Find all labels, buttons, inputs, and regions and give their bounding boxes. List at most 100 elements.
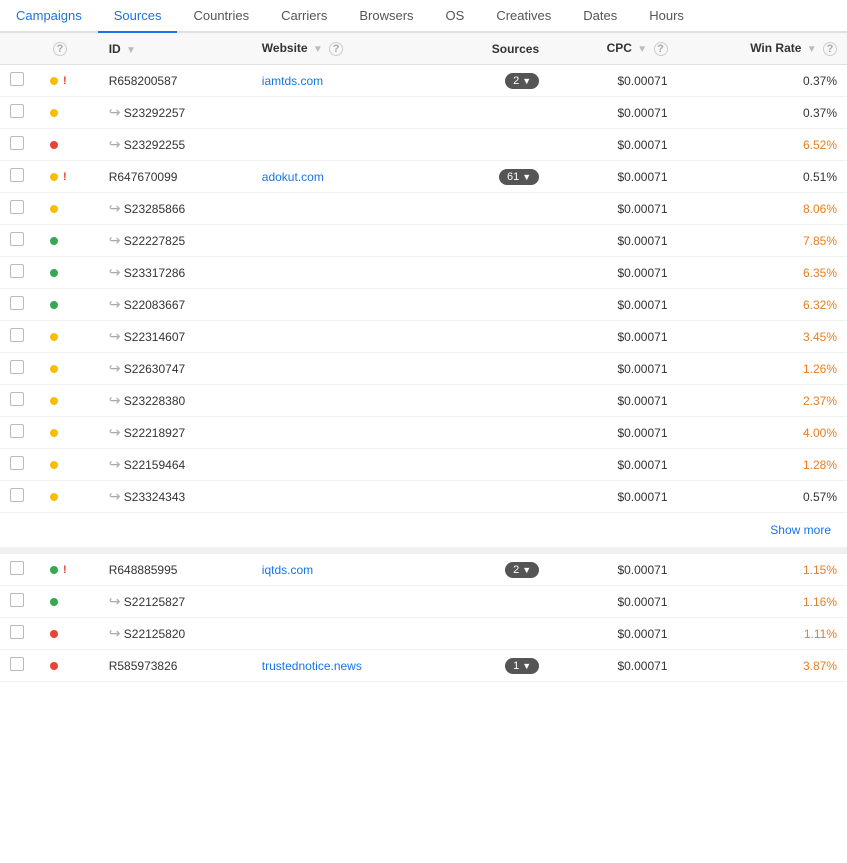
row-checkbox[interactable]: [10, 657, 24, 671]
row-checkbox-cell: [0, 650, 40, 682]
status-dot: [50, 493, 58, 501]
sub-row-icon: ↪: [109, 625, 121, 641]
website-cell: [252, 586, 442, 618]
status-cell: [40, 129, 99, 161]
warn-icon: !: [63, 75, 67, 87]
sub-row-icon: ↪: [109, 488, 121, 504]
sources-count: 2: [513, 564, 519, 576]
status-dot: [50, 429, 58, 437]
row-checkbox[interactable]: [10, 488, 24, 502]
winrate-help-icon[interactable]: ?: [823, 42, 837, 56]
win-rate-cell: 6.52%: [678, 129, 847, 161]
table-row: ↪ S22314607$0.000713.45%: [0, 321, 847, 353]
website-link[interactable]: iamtds.com: [262, 74, 323, 88]
tab-hours[interactable]: Hours: [633, 0, 700, 33]
row-checkbox[interactable]: [10, 328, 24, 342]
status-cell: [40, 618, 99, 650]
sources-badge[interactable]: 61▼: [499, 169, 539, 185]
row-id: S23324343: [124, 490, 185, 504]
tab-carriers[interactable]: Carriers: [265, 0, 343, 33]
status-cell: [40, 97, 99, 129]
row-checkbox[interactable]: [10, 593, 24, 607]
row-checkbox[interactable]: [10, 561, 24, 575]
tab-dates[interactable]: Dates: [567, 0, 633, 33]
cpc-col-header[interactable]: CPC ▼ ?: [549, 33, 677, 65]
sources-badge[interactable]: 2▼: [505, 73, 539, 89]
tab-browsers[interactable]: Browsers: [343, 0, 429, 33]
table-row: ↪ S22630747$0.000711.26%: [0, 353, 847, 385]
row-checkbox[interactable]: [10, 296, 24, 310]
tabs-container: CampaignsSourcesCountriesCarriersBrowser…: [0, 0, 847, 33]
website-link[interactable]: iqtds.com: [262, 563, 313, 577]
table-row: ↪ S22227825$0.000717.85%: [0, 225, 847, 257]
website-link[interactable]: trustednotice.news: [262, 659, 362, 673]
row-checkbox[interactable]: [10, 136, 24, 150]
tab-countries[interactable]: Countries: [177, 0, 265, 33]
website-cell: [252, 225, 442, 257]
warn-icon: !: [63, 564, 67, 576]
status-dot: [50, 237, 58, 245]
website-help-icon[interactable]: ?: [329, 42, 343, 56]
website-sort-icon: ▼: [313, 44, 323, 55]
status-cell: [40, 321, 99, 353]
table-row: !R648885995iqtds.com2▼$0.000711.15%: [0, 554, 847, 586]
row-checkbox[interactable]: [10, 424, 24, 438]
status-cell: [40, 417, 99, 449]
id-cell: ↪ S23285866: [99, 193, 252, 225]
cpc-cell: $0.00071: [549, 449, 677, 481]
row-checkbox[interactable]: [10, 360, 24, 374]
row-checkbox[interactable]: [10, 264, 24, 278]
sources-cell: [442, 129, 549, 161]
status-dot: [50, 269, 58, 277]
id-cell: ↪ S23292257: [99, 97, 252, 129]
cpc-cell: $0.00071: [549, 161, 677, 193]
cpc-cell: $0.00071: [549, 481, 677, 513]
sub-row-icon: ↪: [109, 360, 121, 376]
status-cell: [40, 193, 99, 225]
status-cell: !: [40, 554, 99, 586]
row-checkbox[interactable]: [10, 456, 24, 470]
row-checkbox[interactable]: [10, 232, 24, 246]
select-all-header: [0, 33, 40, 65]
sub-row-icon: ↪: [109, 296, 121, 312]
row-checkbox[interactable]: [10, 72, 24, 86]
status-dot: [50, 141, 58, 149]
row-id: S23228380: [124, 394, 185, 408]
show-more-button[interactable]: Show more: [770, 523, 831, 537]
status-cell: [40, 385, 99, 417]
table-row: ↪ S23292255$0.000716.52%: [0, 129, 847, 161]
id-cell: ↪ S22125827: [99, 586, 252, 618]
row-checkbox[interactable]: [10, 392, 24, 406]
sources-badge[interactable]: 2▼: [505, 562, 539, 578]
win-rate-cell: 4.00%: [678, 417, 847, 449]
row-checkbox[interactable]: [10, 200, 24, 214]
status-cell: [40, 257, 99, 289]
cpc-cell: $0.00071: [549, 225, 677, 257]
row-checkbox-cell: [0, 417, 40, 449]
table-row: R585973826trustednotice.news1▼$0.000713.…: [0, 650, 847, 682]
win-rate-cell: 7.85%: [678, 225, 847, 257]
row-id: S22159464: [124, 458, 185, 472]
row-checkbox-cell: [0, 225, 40, 257]
website-cell: [252, 417, 442, 449]
row-checkbox[interactable]: [10, 104, 24, 118]
table-row: ↪ S22218927$0.000714.00%: [0, 417, 847, 449]
website-link[interactable]: adokut.com: [262, 170, 324, 184]
website-cell: [252, 321, 442, 353]
website-col-header[interactable]: Website ▼ ?: [252, 33, 442, 65]
tab-os[interactable]: OS: [430, 0, 481, 33]
tab-sources[interactable]: Sources: [98, 0, 178, 33]
cpc-cell: $0.00071: [549, 257, 677, 289]
sources-cell: [442, 193, 549, 225]
tab-campaigns[interactable]: Campaigns: [0, 0, 98, 33]
winrate-col-header[interactable]: Win Rate ▼ ?: [678, 33, 847, 65]
sources-badge[interactable]: 1▼: [505, 658, 539, 674]
tab-creatives[interactable]: Creatives: [480, 0, 567, 33]
status-dot: [50, 205, 58, 213]
status-help-icon[interactable]: ?: [53, 42, 67, 56]
website-cell: [252, 193, 442, 225]
row-checkbox[interactable]: [10, 625, 24, 639]
cpc-help-icon[interactable]: ?: [654, 42, 668, 56]
id-col-header[interactable]: ID ▼: [99, 33, 252, 65]
row-checkbox[interactable]: [10, 168, 24, 182]
